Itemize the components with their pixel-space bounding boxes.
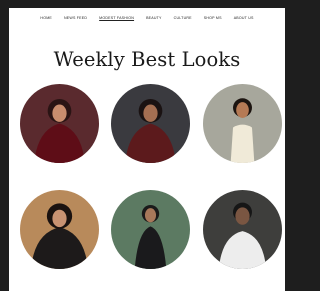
look-5-image[interactable] [111,190,190,269]
nav-culture[interactable]: CULTURE [168,16,198,20]
look-2-image[interactable] [111,84,190,163]
look-4-image[interactable] [20,190,99,269]
nav-home[interactable]: HOME [34,16,58,20]
nav-shop-ms[interactable]: SHOP MS [198,16,228,20]
nav-news-feed[interactable]: NEWS FEED [58,16,93,20]
look-1-image[interactable] [20,84,99,163]
nav-modest-fashion[interactable]: MODEST FASHION [93,16,140,20]
nav-about-us[interactable]: ABOUT US [228,16,260,20]
nav-beauty[interactable]: BEAUTY [140,16,168,20]
look-6-image[interactable] [203,190,282,269]
look-3-image[interactable] [203,84,282,163]
top-navigation: HOME NEWS FEED MODEST FASHION BEAUTY CUL… [9,16,285,20]
page-title: Weekly Best Looks [53,48,241,72]
page: HOME NEWS FEED MODEST FASHION BEAUTY CUL… [9,8,285,291]
